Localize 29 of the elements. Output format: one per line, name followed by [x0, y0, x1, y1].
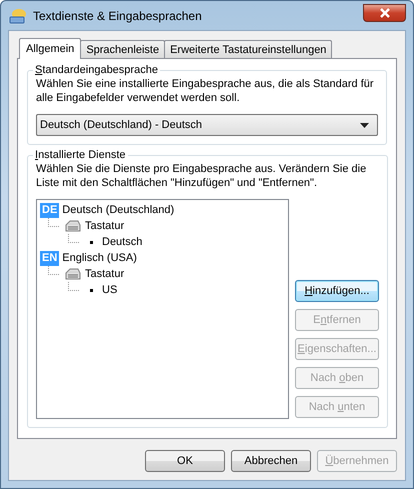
tree-item[interactable]: US [102, 284, 118, 296]
language-badge: DE [40, 202, 60, 218]
tab[interactable]: Allgemein [19, 38, 82, 59]
keyboard-icon [64, 219, 82, 233]
group-label: Standardeingabesprache [34, 64, 159, 76]
window-title: Textdienste & Eingabesprachen [33, 8, 202, 22]
services-tree[interactable]: DE Deutsch (Deutschland) Tastatur Deutsch EN Englisch (USA) Tastatur US [36, 199, 289, 419]
language-dropdown[interactable]: Deutsch (Deutschland) - Deutsch [36, 114, 378, 136]
bullet-icon [90, 240, 93, 244]
tab[interactable]: Erweiterte Tastatureinstellungen [164, 40, 332, 58]
close-icon [380, 8, 390, 18]
dialog-button[interactable]: Abbrechen [231, 450, 311, 472]
bullet-icon [90, 288, 93, 292]
language-badge: EN [40, 250, 60, 266]
tree-item[interactable]: Tastatur [85, 268, 124, 280]
tree-item[interactable]: Deutsch [102, 236, 142, 248]
keyboard-globe-icon [9, 8, 27, 24]
description-text: Wählen Sie die Dienste pro Eingabesprache aus. Verändern Sie die Liste mit den Schaltflächen "Hinzufügen" und "Entfernen". [36, 162, 368, 190]
tree-item[interactable]: Deutsch (Deutschland) [62, 204, 174, 216]
dropdown-arrow-icon [360, 122, 369, 128]
keyboard-icon [64, 267, 82, 281]
group-label: Installierte Dienste [34, 149, 126, 161]
dialog-button[interactable]: OK [145, 450, 225, 472]
description-text: Wählen Sie eine installierte Eingabesprache aus, die als Standard für alle Eingabefelder verwendet werden soll. [36, 77, 375, 105]
tab[interactable]: Sprachenleiste [80, 40, 166, 58]
tree-item[interactable]: Englisch (USA) [62, 252, 137, 264]
action-button[interactable]: Hinzufügen... [295, 280, 379, 302]
tree-item[interactable]: Tastatur [85, 220, 124, 232]
close-button[interactable] [363, 4, 406, 22]
